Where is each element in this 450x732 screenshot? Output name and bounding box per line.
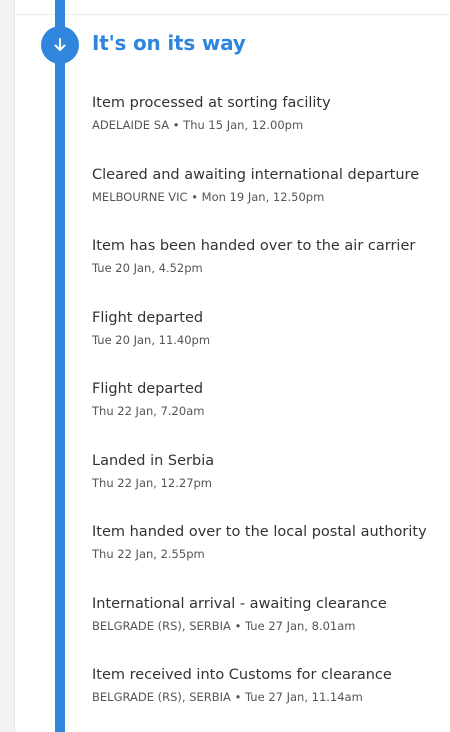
status-title: It's on its way	[92, 31, 246, 55]
tracking-event: Item received into Customs for clearance…	[92, 665, 442, 732]
tracking-events-list: Item processed at sorting facility ADELA…	[92, 93, 442, 732]
event-detail: Tue 20 Jan, 4.52pm	[92, 261, 203, 275]
tracking-event: Item processed at sorting facility ADELA…	[92, 93, 442, 165]
event-title: Item processed at sorting facility	[92, 95, 331, 111]
event-detail: BELGRADE (RS), SERBIA • Tue 27 Jan, 11.1…	[92, 690, 363, 704]
tracking-event: Item handed over to the local postal aut…	[92, 522, 442, 594]
event-detail: Thu 22 Jan, 12.27pm	[92, 475, 213, 490]
status-indicator	[41, 26, 79, 64]
event-title: Cleared and awaiting international depar…	[92, 166, 420, 183]
event-title: International arrival - awaiting clearan…	[92, 595, 387, 612]
tracking-event: Landed in Serbia Thu 22 Jan, 12.27pm	[92, 451, 442, 523]
event-title: Flight departed	[92, 309, 204, 326]
event-title: Flight departed	[92, 381, 204, 397]
event-title: Landed in Serbia	[92, 452, 215, 469]
tracking-event: Item has been handed over to the air car…	[92, 236, 442, 308]
event-detail: Thu 22 Jan, 7.20am	[92, 404, 205, 418]
event-detail: MELBOURNE VIC • Mon 19 Jan, 12.50pm	[92, 189, 325, 204]
event-detail: BELGRADE (RS), SERBIA • Tue 27 Jan, 8.01…	[92, 618, 356, 633]
event-title: Item has been handed over to the air car…	[92, 238, 416, 254]
tracking-event: International arrival - awaiting clearan…	[92, 594, 442, 666]
arrow-down-icon	[52, 37, 68, 53]
tracking-event: Flight departed Tue 20 Jan, 11.40pm	[92, 308, 442, 380]
event-title: Item received into Customs for clearance	[92, 667, 392, 683]
event-title: Item handed over to the local postal aut…	[92, 524, 427, 540]
timeline-line	[55, 0, 65, 732]
tracking-event: Cleared and awaiting international depar…	[92, 165, 442, 237]
event-detail: Tue 20 Jan, 11.40pm	[92, 332, 211, 347]
event-detail: Thu 22 Jan, 2.55pm	[92, 547, 205, 561]
event-detail: ADELAIDE SA • Thu 15 Jan, 12.00pm	[92, 118, 304, 132]
tracking-event: Flight departed Thu 22 Jan, 7.20am	[92, 379, 442, 451]
tracking-card: It's on its way Item processed at sortin…	[14, 0, 450, 732]
divider	[15, 14, 450, 15]
